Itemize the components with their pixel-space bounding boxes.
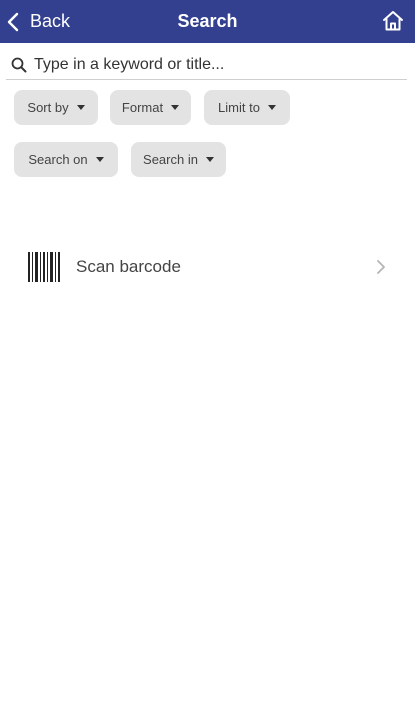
- scan-barcode-label: Scan barcode: [76, 257, 181, 276]
- sort-by-label: Sort by: [27, 100, 69, 115]
- caret-down-icon: [76, 105, 85, 110]
- caret-down-icon: [205, 157, 214, 162]
- home-icon: [383, 11, 403, 31]
- top-bar: Back Search: [0, 0, 415, 43]
- search-on-dropdown[interactable]: Search on: [14, 142, 118, 177]
- caret-down-icon: [171, 105, 180, 110]
- search-bar: [6, 50, 407, 80]
- scan-barcode-row[interactable]: Scan barcode: [0, 240, 415, 295]
- limit-to-dropdown[interactable]: Limit to: [204, 90, 290, 125]
- chevron-right-icon: [377, 260, 385, 274]
- barcode-icon: [28, 252, 60, 282]
- back-button[interactable]: Back: [6, 0, 70, 43]
- limit-to-label: Limit to: [218, 100, 260, 115]
- search-in-dropdown[interactable]: Search in: [131, 142, 226, 177]
- caret-down-icon: [95, 157, 104, 162]
- home-button[interactable]: [381, 9, 405, 33]
- format-label: Format: [121, 100, 164, 115]
- search-on-label: Search on: [28, 152, 88, 167]
- sort-by-dropdown[interactable]: Sort by: [14, 90, 98, 125]
- search-input[interactable]: [34, 55, 394, 74]
- search-in-label: Search in: [143, 152, 198, 167]
- format-dropdown[interactable]: Format: [110, 90, 191, 125]
- chevron-left-icon: [6, 11, 24, 33]
- caret-down-icon: [267, 105, 276, 110]
- back-label: Back: [30, 11, 71, 31]
- search-icon: [11, 57, 27, 72]
